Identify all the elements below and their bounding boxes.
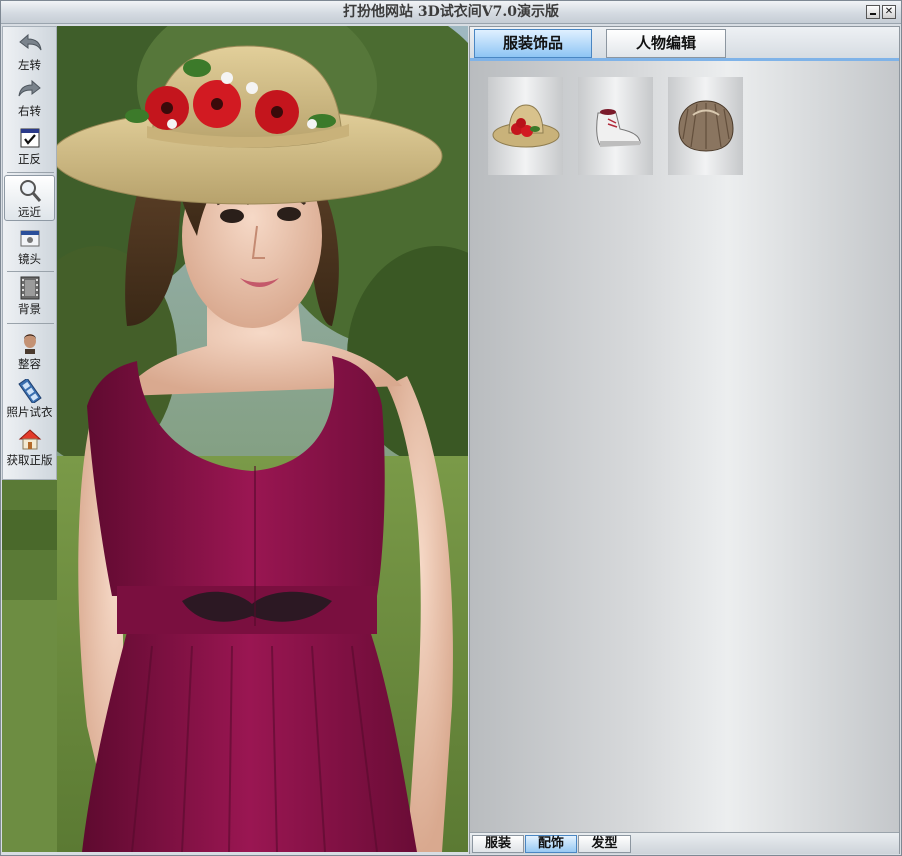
zoom-button[interactable]: 远近 xyxy=(4,175,55,221)
rotate-right-button[interactable]: 右转 xyxy=(4,75,55,121)
get-full-version-label: 获取正版 xyxy=(6,453,53,467)
fitting-room-3d-view[interactable] xyxy=(57,26,468,852)
sneaker-icon xyxy=(586,95,646,158)
toolbar-divider xyxy=(7,323,54,324)
window-title: 打扮他网站 3D试衣间V7.0演示版 xyxy=(343,4,559,20)
avatar-scene xyxy=(57,26,468,852)
house-icon xyxy=(17,427,43,451)
background-button[interactable]: 背景 xyxy=(4,273,55,319)
magnifier-icon xyxy=(17,179,43,203)
category-accessories[interactable]: 配饰 xyxy=(525,835,577,853)
photo-tryon-label: 照片试衣 xyxy=(6,405,53,419)
title-bar: 打扮他网站 3D试衣间V7.0演示版 ✕ xyxy=(0,0,902,24)
hair-bun-icon xyxy=(673,95,739,158)
front-back-button[interactable]: 正反 xyxy=(4,123,55,169)
panel-tabbar: 服装饰品 人物编辑 xyxy=(470,27,899,61)
checkbox-icon xyxy=(17,126,43,150)
category-hairstyle[interactable]: 发型 xyxy=(578,835,631,853)
get-full-version-button[interactable]: 获取正版 xyxy=(4,424,55,470)
rotate-left-button[interactable]: 左转 xyxy=(4,29,55,75)
toolbar-divider xyxy=(7,172,54,173)
zoom-label: 远近 xyxy=(18,205,41,219)
tab-character-edit[interactable]: 人物编辑 xyxy=(606,29,726,58)
photo-tryon-button[interactable]: 照片试衣 xyxy=(4,376,55,422)
arrow-right-icon xyxy=(17,78,43,102)
category-bar: 服装 配饰 发型 xyxy=(470,832,899,854)
minimize-icon[interactable] xyxy=(866,5,880,19)
rotate-right-label: 右转 xyxy=(18,104,41,118)
straw-hat-icon xyxy=(491,95,561,158)
item-hat[interactable] xyxy=(488,77,563,175)
scene-lower-left xyxy=(2,480,57,852)
rotate-left-label: 左转 xyxy=(18,58,41,72)
front-back-label: 正反 xyxy=(18,152,41,166)
category-clothing[interactable]: 服装 xyxy=(472,835,524,853)
item-hairstyle[interactable] xyxy=(668,77,743,175)
film-icon xyxy=(17,276,43,300)
face-edit-label: 整容 xyxy=(18,357,41,371)
face-edit-button[interactable]: 整容 xyxy=(4,328,55,374)
wardrobe-panel: 服装饰品 人物编辑 服装 配饰 发型 xyxy=(469,26,900,854)
tab-clothing-accessories[interactable]: 服装饰品 xyxy=(474,29,592,58)
face-icon xyxy=(17,331,43,355)
background-label: 背景 xyxy=(18,302,41,316)
toolbar-divider xyxy=(7,271,54,272)
left-toolbar: 左转 右转 正反 远近 镜头 背景 整容 照片试衣 获取正版 xyxy=(2,26,57,480)
camera-icon xyxy=(17,226,43,250)
arrow-left-icon xyxy=(17,32,43,56)
close-icon[interactable]: ✕ xyxy=(882,5,896,19)
film-strip-icon xyxy=(17,379,43,403)
item-shoes[interactable] xyxy=(578,77,653,175)
camera-label: 镜头 xyxy=(18,252,41,266)
camera-button[interactable]: 镜头 xyxy=(4,223,55,269)
